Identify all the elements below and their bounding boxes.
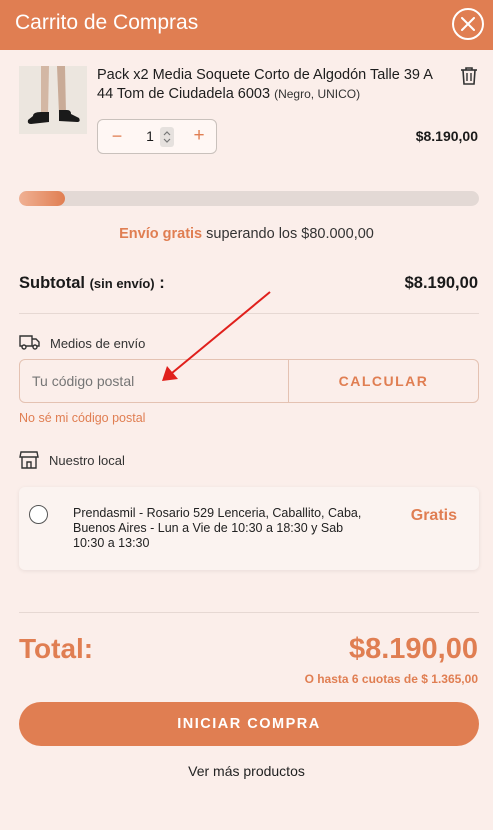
quantity-stepper[interactable]: − 1 + [97,119,217,154]
increase-quantity-button[interactable]: + [190,125,208,147]
quantity-value[interactable]: 1 [142,128,158,144]
store-pickup-label: Nuestro local [49,453,125,468]
close-button[interactable] [452,8,484,40]
trash-icon [461,67,477,85]
divider [19,612,479,613]
total-value: $8.190,00 [348,633,478,665]
start-checkout-button[interactable]: INICIAR COMPRA [19,702,479,746]
subtotal-label: Subtotal (sin envío) : [19,274,165,293]
decrease-quantity-button[interactable]: − [108,126,126,147]
product-title: Pack x2 Media Soquete Corto de Algodón T… [97,67,433,102]
store-address: Prendasmil - Rosario 529 Lenceria, Cabal… [73,506,362,550]
item-price: $8.190,00 [415,128,478,144]
subtotal-value: $8.190,00 [404,274,478,292]
free-shipping-highlight: Envío gratis [119,226,203,242]
product-thumbnail[interactable] [19,66,87,134]
truck-icon [19,333,41,356]
subtotal-note: (sin envío) [89,276,155,291]
free-shipping-message: Envío gratis superando los $80.000,00 [0,226,493,242]
free-shipping-progress-bar [19,191,479,206]
store-icon [19,451,39,474]
subtotal-colon: : [154,274,165,292]
total-label: Total: [19,633,94,664]
remove-item-button[interactable] [460,66,478,91]
postal-code-input[interactable] [19,359,289,403]
quantity-spinner[interactable] [160,127,174,147]
close-icon [461,17,475,31]
store-pickup-option[interactable]: Prendasmil - Rosario 529 Lenceria, Cabal… [19,487,479,570]
installments-info: O hasta 6 cuotas de $ 1.365,00 [304,672,478,686]
subtotal-text: Subtotal [19,274,85,292]
store-pickup-price: Gratis [410,507,457,524]
calculate-shipping-button[interactable]: CALCULAR [288,359,479,403]
shipping-methods-label: Medios de envío [50,336,146,351]
unknown-postal-code-link[interactable]: No sé mi código postal [19,411,145,425]
product-variant: (Negro, UNICO) [274,87,361,101]
see-more-products-link[interactable]: Ver más productos [0,763,493,779]
divider [19,313,479,314]
product-name[interactable]: Pack x2 Media Soquete Corto de Algodón T… [97,66,437,104]
cart-header: Carrito de Compras [0,0,493,50]
progress-fill [19,191,65,206]
radio-icon[interactable] [29,505,48,524]
cart-title: Carrito de Compras [15,11,199,34]
free-shipping-rest: superando los $80.000,00 [202,226,374,242]
